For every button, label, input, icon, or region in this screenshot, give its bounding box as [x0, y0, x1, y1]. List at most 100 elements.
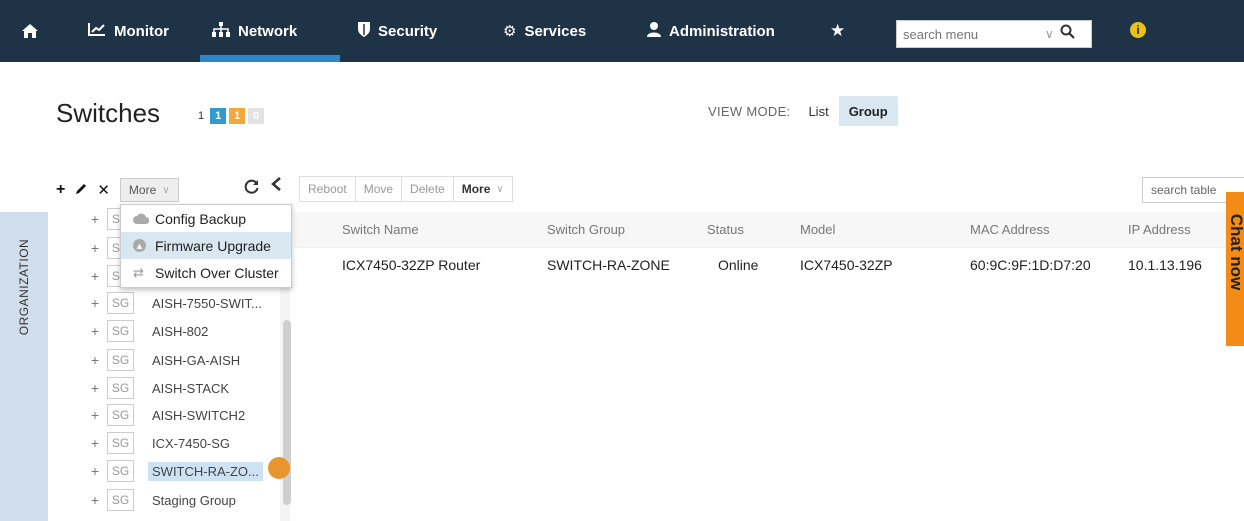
top-navigation-bar: Monitor Network Security ⚙ Services Admi…	[0, 0, 1244, 62]
menu-item-label: Switch Over Cluster	[155, 264, 279, 281]
chat-now-tab[interactable]: Chat now	[1226, 192, 1244, 346]
expand-icon[interactable]: +	[90, 323, 100, 339]
organization-tab[interactable]: ORGANIZATION	[0, 212, 48, 521]
tree-item-label: AISH-7550-SWIT...	[152, 295, 262, 311]
tree-more-button[interactable]: More ∨	[119, 178, 179, 202]
nav-network-label: Network	[238, 22, 298, 40]
total-count: 1	[198, 110, 205, 122]
cloud-icon	[133, 213, 149, 224]
status-counts: 1 1 1 0	[198, 108, 265, 124]
gears-icon: ⚙	[503, 23, 517, 40]
view-mode-switch: VIEW MODE: List Group	[708, 96, 898, 126]
count-badge-orange[interactable]: 1	[229, 108, 246, 124]
nav-services[interactable]: ⚙ Services	[503, 0, 586, 62]
table-row[interactable]: ICX7450-32ZP Router SWITCH-RA-ZONE Onlin…	[294, 248, 1244, 284]
expand-icon[interactable]: +	[90, 352, 100, 368]
tree-toolbar: + ✕ More ∨	[56, 178, 179, 202]
menu-item-switch-over-cluster[interactable]: ⇄ Switch Over Cluster	[121, 259, 291, 286]
nav-services-label: Services	[524, 22, 587, 40]
expand-icon[interactable]: +	[90, 492, 100, 508]
menu-item-config-backup[interactable]: Config Backup	[121, 205, 291, 232]
menu-item-firmware-upgrade[interactable]: ▲ Firmware Upgrade	[121, 232, 291, 259]
expand-icon[interactable]: +	[90, 407, 100, 423]
switch-arrows-icon: ⇄	[133, 264, 144, 280]
table-more-label: More	[461, 182, 491, 196]
sg-badge: SG	[107, 320, 134, 342]
star-icon[interactable]: ★	[830, 0, 845, 62]
organization-tab-label: ORGANIZATION	[17, 238, 31, 336]
tree-item-label: ICX-7450-SG	[152, 435, 231, 451]
sg-badge: SG	[107, 349, 134, 371]
menu-item-label: Firmware Upgrade	[155, 237, 271, 254]
expand-icon[interactable]: +	[90, 211, 100, 227]
count-badge-blue[interactable]: 1	[210, 108, 227, 124]
sg-badge: SG	[107, 460, 134, 482]
expand-icon[interactable]: +	[90, 435, 100, 451]
nav-network[interactable]: Network	[212, 0, 297, 62]
column-header-switch-name[interactable]: Switch Name	[342, 222, 419, 237]
tree-item-label: AISH-STACK	[152, 380, 230, 396]
expand-icon[interactable]: +	[90, 380, 100, 396]
search-menu-box[interactable]: ∨	[896, 20, 1092, 48]
cell-mac-address: 60:9C:9F:1D:D7:20	[970, 257, 1091, 273]
sg-badge: SG	[107, 404, 134, 426]
chevron-down-icon: ∨	[162, 184, 170, 196]
cell-switch-group: SWITCH-RA-ZONE	[547, 257, 670, 273]
page-title: Switches	[56, 98, 161, 128]
tree-item-label: AISH-SWITCH2	[152, 407, 246, 423]
view-mode-list[interactable]: List	[798, 96, 838, 126]
close-icon[interactable]: ✕	[97, 181, 110, 199]
column-header-status[interactable]: Status	[707, 222, 744, 237]
chevron-down-icon: ∨	[496, 183, 504, 195]
search-icon[interactable]	[1060, 24, 1075, 44]
tree-item-label: AISH-GA-AISH	[152, 352, 241, 368]
expand-icon[interactable]: +	[90, 240, 100, 256]
expand-icon[interactable]: +	[90, 463, 100, 479]
tree-item-label: SWITCH-RA-ZO...	[148, 461, 263, 481]
tree-item-label: Staging Group	[152, 492, 236, 508]
menu-item-label: Config Backup	[155, 210, 247, 227]
count-badge-grey[interactable]: 0	[248, 108, 265, 124]
nav-monitor-label: Monitor	[114, 22, 169, 40]
move-button[interactable]: Move	[354, 176, 403, 202]
column-header-model[interactable]: Model	[800, 222, 835, 237]
table-more-button[interactable]: More ∨	[452, 176, 513, 202]
refresh-icon[interactable]	[243, 178, 260, 200]
column-header-switch-group[interactable]: Switch Group	[547, 222, 625, 237]
collapse-left-icon[interactable]	[270, 176, 282, 197]
nav-security-label: Security	[378, 22, 438, 40]
nav-security[interactable]: Security	[358, 0, 437, 62]
nav-administration-label: Administration	[669, 22, 775, 40]
sg-badge: SG	[107, 377, 134, 399]
view-mode-group[interactable]: Group	[838, 96, 898, 126]
cell-switch-name: ICX7450-32ZP Router	[342, 257, 481, 273]
sg-badge: SG	[107, 292, 134, 314]
table-toolbar: Reboot Move Delete More ∨	[299, 176, 513, 202]
user-icon	[647, 21, 661, 41]
active-nav-indicator	[200, 55, 340, 62]
column-header-ip-address[interactable]: IP Address	[1128, 222, 1191, 237]
cell-ip-address: 10.1.13.196	[1128, 257, 1202, 273]
search-menu-input[interactable]	[903, 26, 1043, 42]
cell-model: ICX7450-32ZP	[800, 257, 893, 273]
edit-icon[interactable]	[75, 182, 87, 198]
tree-more-label: More	[128, 183, 157, 197]
sg-badge: SG	[107, 489, 134, 511]
sg-badge: SG	[107, 432, 134, 454]
info-icon[interactable]: i	[1130, 22, 1146, 38]
column-header-mac-address[interactable]: MAC Address	[970, 222, 1049, 237]
reboot-button[interactable]: Reboot	[299, 176, 356, 202]
home-icon[interactable]	[22, 0, 38, 62]
expand-icon[interactable]: +	[90, 268, 100, 284]
nav-monitor[interactable]: Monitor	[88, 0, 169, 62]
expand-icon[interactable]: +	[90, 295, 100, 311]
delete-button[interactable]: Delete	[401, 176, 454, 202]
chevron-down-icon[interactable]: ∨	[1045, 27, 1054, 41]
status-indicator-icon	[268, 457, 290, 479]
chat-now-label: Chat now	[1227, 213, 1244, 291]
add-icon[interactable]: +	[56, 181, 65, 199]
nav-administration[interactable]: Administration	[647, 0, 775, 62]
upgrade-circle-icon: ▲	[133, 239, 149, 252]
cell-status: Online	[718, 257, 759, 273]
table-header: Switch Name Switch Group Status Model MA…	[294, 212, 1244, 248]
